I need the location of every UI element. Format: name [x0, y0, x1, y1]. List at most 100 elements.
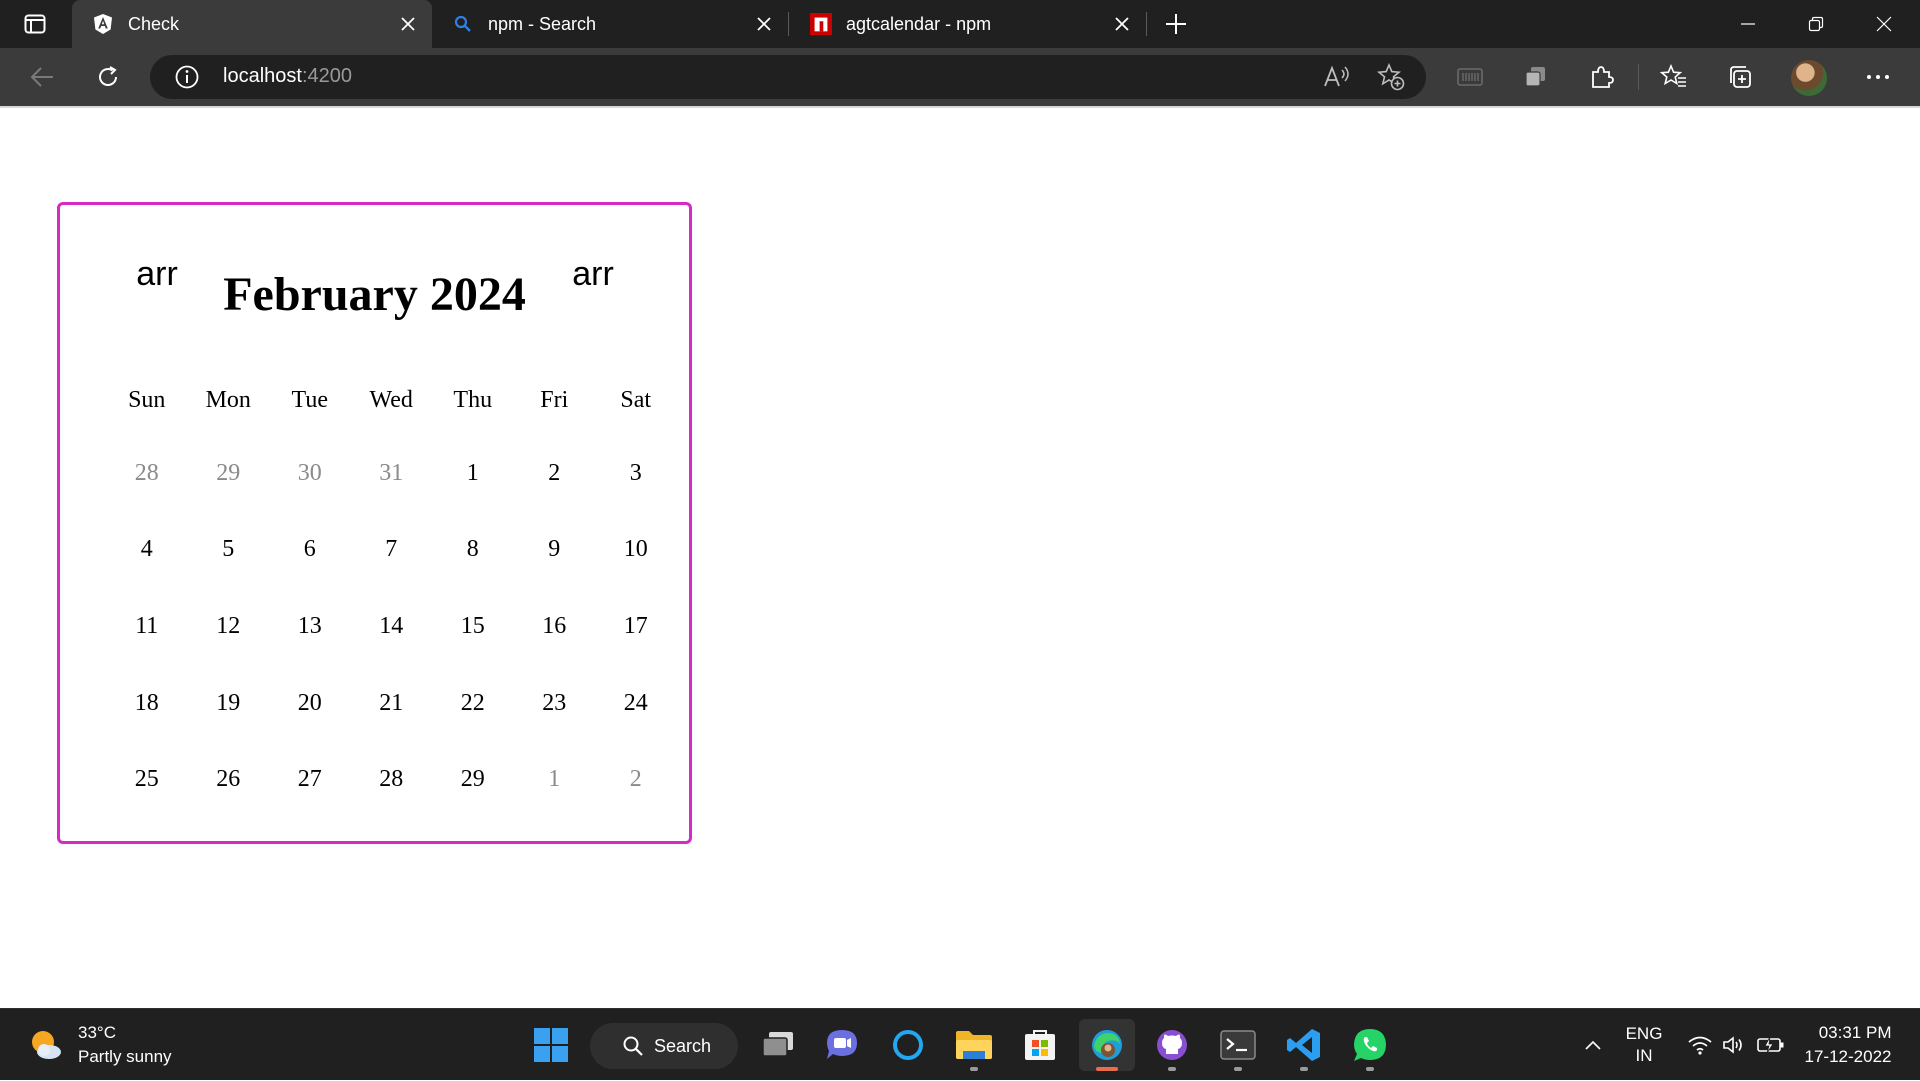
task-view-button[interactable]	[752, 1019, 804, 1071]
github-desktop-button[interactable]	[1146, 1019, 1198, 1071]
back-arrow-icon	[30, 67, 53, 87]
new-tab-button[interactable]	[1158, 6, 1194, 42]
taskbar-search[interactable]: Search	[590, 1023, 738, 1069]
address-bar[interactable]: localhost:4200	[150, 55, 1426, 99]
language-indicator[interactable]: ENG IN	[1618, 1009, 1670, 1081]
terminal-button[interactable]	[1212, 1019, 1264, 1071]
calendar-day[interactable]: 5	[188, 536, 270, 563]
weekday-label: Sat	[620, 386, 652, 413]
calendar-day[interactable]: 9	[514, 536, 596, 563]
calendar-day[interactable]: 26	[188, 766, 270, 793]
angular-icon	[92, 13, 114, 35]
read-aloud-icon[interactable]	[1322, 62, 1352, 92]
close-window-button[interactable]	[1850, 0, 1918, 48]
battery-status[interactable]	[1756, 1009, 1786, 1081]
calendar-day[interactable]: 21	[351, 690, 433, 717]
extensions-button[interactable]	[1584, 59, 1620, 95]
extension-copy-button[interactable]	[1518, 59, 1554, 95]
close-tab-icon[interactable]	[1106, 8, 1138, 40]
clock[interactable]: 03:31 PM 17-12-2022	[1798, 1009, 1898, 1081]
extension-barcode-button[interactable]	[1452, 59, 1488, 95]
tab-npm-search[interactable]: npm - Search	[432, 0, 788, 48]
whatsapp-button[interactable]	[1344, 1019, 1396, 1071]
calendar-day[interactable]: 11	[106, 613, 188, 640]
calendar-day[interactable]: 7	[351, 536, 433, 563]
vscode-button[interactable]	[1278, 1019, 1330, 1071]
tab-agtcalendar-npm[interactable]: agtcalendar - npm	[790, 0, 1146, 48]
refresh-button[interactable]	[90, 59, 126, 95]
show-hidden-icons-button[interactable]	[1578, 1009, 1608, 1081]
calendar-day[interactable]: 20	[269, 690, 351, 717]
calendar-day[interactable]: 6	[269, 536, 351, 563]
calendar-week-row: 11 12 13 14 15 16 17	[106, 588, 648, 665]
calendar-day[interactable]: 25	[106, 766, 188, 793]
close-tab-icon[interactable]	[748, 8, 780, 40]
calendar-day[interactable]: 18	[106, 690, 188, 717]
calendar-day[interactable]: 4	[106, 536, 188, 563]
clock-date: 17-12-2022	[1804, 1047, 1892, 1066]
calendar-day[interactable]: 12	[188, 613, 270, 640]
whatsapp-icon	[1354, 1029, 1386, 1061]
calendar-day-outside-month[interactable]: 31	[351, 460, 433, 487]
settings-menu-button[interactable]	[1860, 59, 1896, 95]
calendar-day[interactable]: 16	[514, 613, 596, 640]
teams-chat-button[interactable]	[816, 1019, 868, 1071]
microsoft-store-button[interactable]	[1014, 1019, 1066, 1071]
start-button[interactable]	[525, 1019, 577, 1071]
calendar-day[interactable]: 8	[432, 536, 514, 563]
profile-avatar[interactable]	[1791, 60, 1827, 96]
calendar-day[interactable]: 27	[269, 766, 351, 793]
calendar-day-outside-month[interactable]: 1	[514, 766, 596, 793]
calendar-day-outside-month[interactable]: 30	[269, 460, 351, 487]
calendar-day[interactable]: 1	[432, 460, 514, 487]
weekday-label: Thu	[453, 386, 493, 413]
tab-actions-button[interactable]	[14, 8, 56, 40]
calendar-day[interactable]: 2	[514, 460, 596, 487]
calendar-day[interactable]: 24	[595, 690, 677, 717]
browser-toolbar: localhost:4200	[0, 48, 1920, 106]
collections-icon	[1730, 66, 1751, 88]
calendar-day[interactable]: 14	[351, 613, 433, 640]
edge-browser-button[interactable]	[1079, 1019, 1135, 1071]
site-info-icon[interactable]	[174, 64, 200, 90]
url-text[interactable]: localhost:4200	[223, 65, 352, 88]
minimize-button[interactable]	[1714, 0, 1782, 48]
add-favorite-icon[interactable]	[1376, 62, 1406, 92]
calendar-day-outside-month[interactable]: 29	[188, 460, 270, 487]
calendar-day[interactable]: 13	[269, 613, 351, 640]
partly-sunny-icon	[28, 1027, 64, 1063]
next-month-button[interactable]: arr	[570, 255, 616, 294]
restore-button[interactable]	[1782, 0, 1850, 48]
calendar-day[interactable]: 23	[514, 690, 596, 717]
calendar-day[interactable]: 28	[351, 766, 433, 793]
calendar-day[interactable]: 19	[188, 690, 270, 717]
weekday-label: Tue	[291, 386, 328, 413]
weather-widget[interactable]: 33°C Partly sunny	[28, 1021, 172, 1069]
volume-status[interactable]	[1720, 1009, 1748, 1081]
file-explorer-button[interactable]	[948, 1019, 1000, 1071]
running-indicator	[970, 1067, 978, 1071]
favorites-button[interactable]	[1656, 59, 1692, 95]
calendar-day[interactable]: 3	[595, 460, 677, 487]
collections-button[interactable]	[1722, 59, 1758, 95]
calendar-day-outside-month[interactable]: 2	[595, 766, 677, 793]
weekday-label: Fri	[540, 386, 569, 413]
calendar-day[interactable]: 22	[432, 690, 514, 717]
tab-check[interactable]: Check	[72, 0, 432, 48]
tab-title: agtcalendar - npm	[846, 13, 992, 34]
calendar-day[interactable]: 29	[432, 766, 514, 793]
refresh-icon	[99, 66, 117, 86]
active-window-indicator	[1096, 1067, 1118, 1071]
calendar-day[interactable]: 10	[595, 536, 677, 563]
weekday-label: Mon	[205, 386, 251, 413]
close-tab-icon[interactable]	[392, 8, 424, 40]
wifi-status[interactable]	[1686, 1009, 1714, 1081]
calendar-day-outside-month[interactable]: 28	[106, 460, 188, 487]
restore-icon	[1808, 16, 1824, 32]
cortana-button[interactable]	[882, 1019, 934, 1071]
tab-actions-icon	[24, 14, 46, 34]
puzzle-icon	[1592, 66, 1614, 88]
calendar-day[interactable]: 17	[595, 613, 677, 640]
calendar-day[interactable]: 15	[432, 613, 514, 640]
back-button[interactable]	[24, 59, 60, 95]
